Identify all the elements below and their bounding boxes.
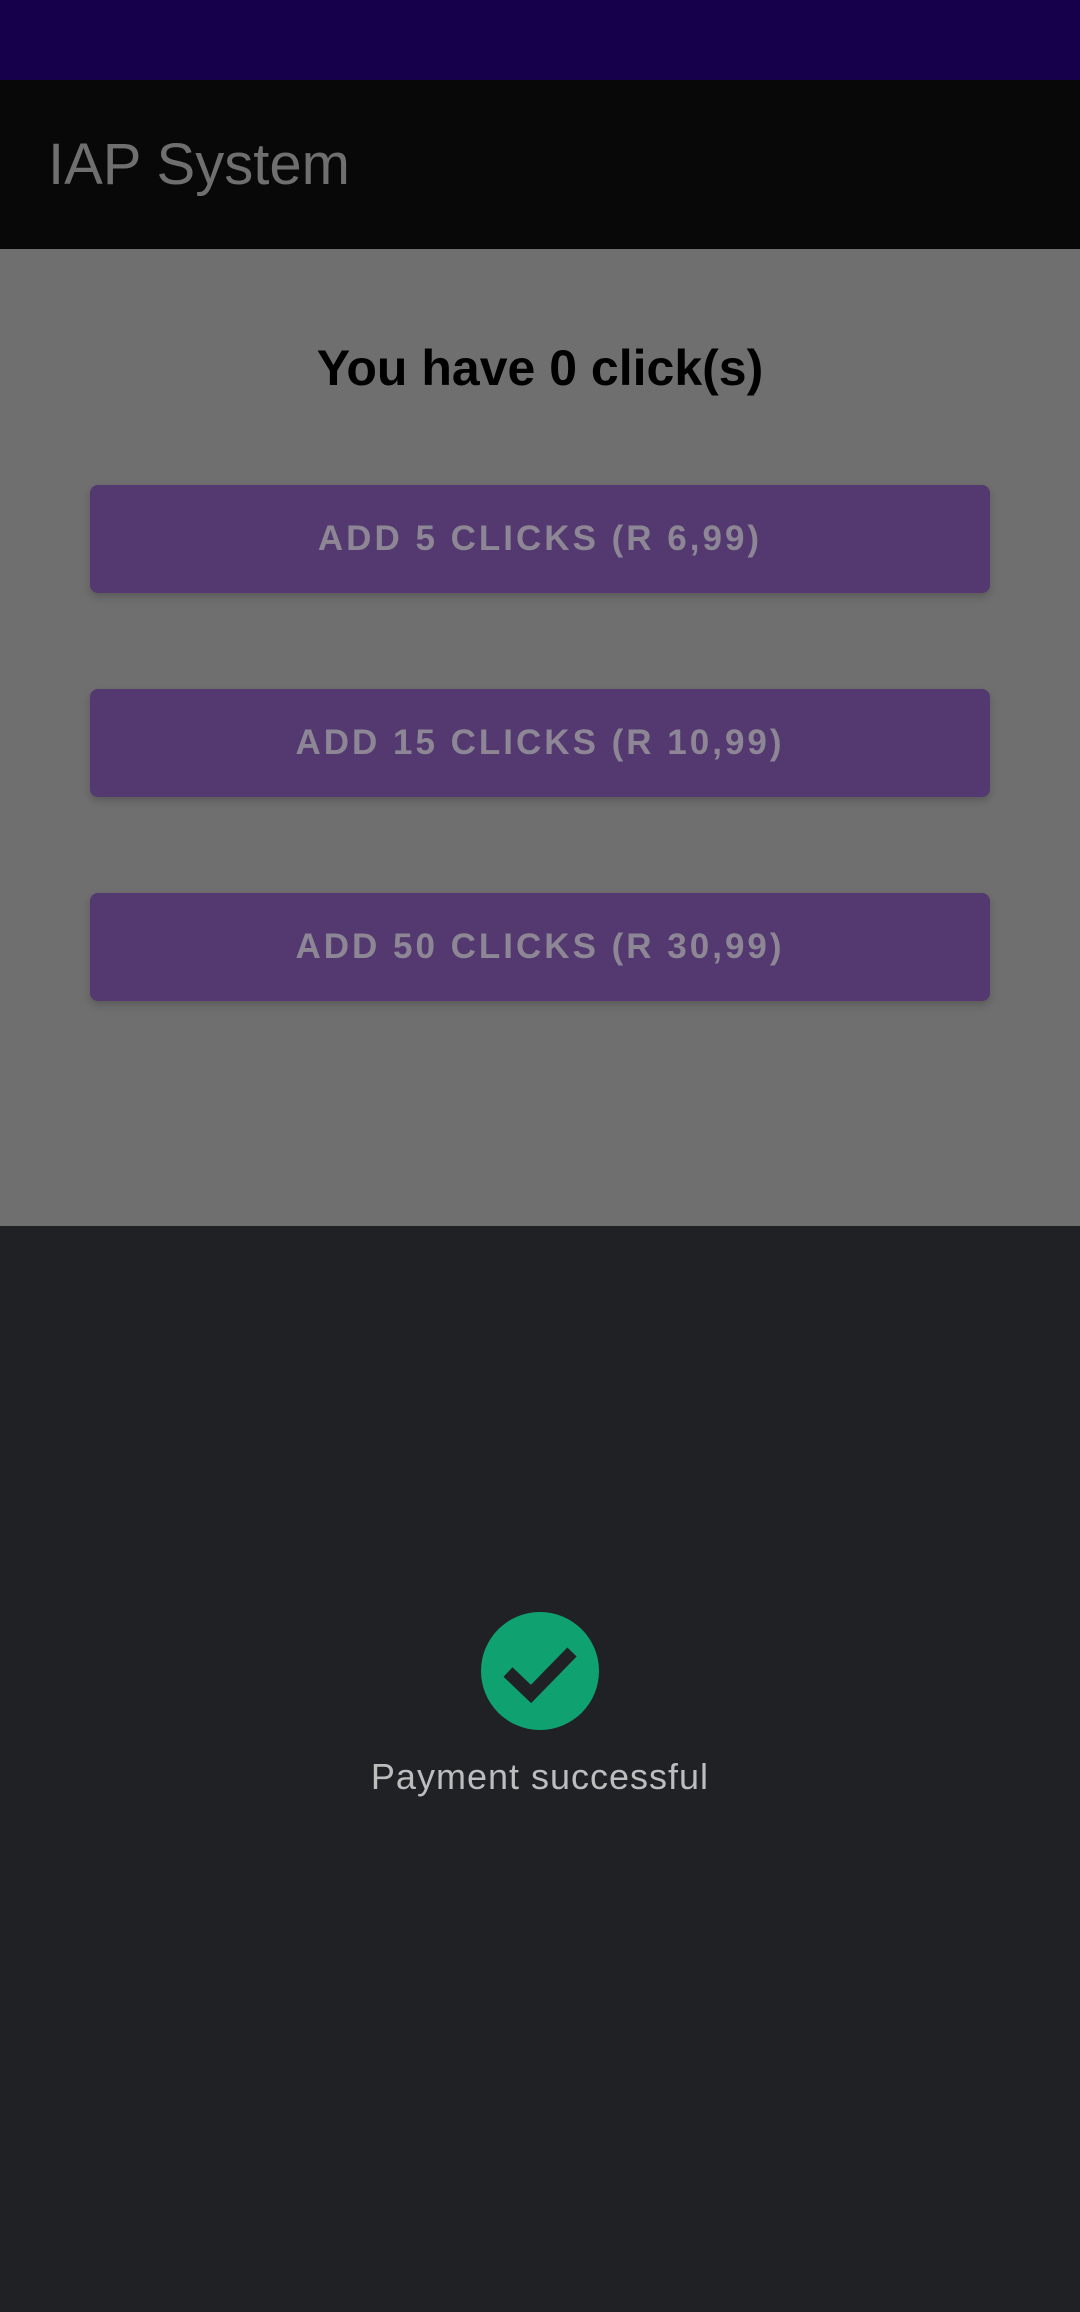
app-bar: IAP System [0,80,1080,249]
screen: IAP System You have 0 click(s) ADD 5 CLI… [0,0,1080,2312]
payment-result-sheet: Payment successful [0,1226,1080,2312]
add-15-clicks-button[interactable]: ADD 15 CLICKS (R 10,99) [90,689,990,797]
add-50-clicks-button[interactable]: ADD 50 CLICKS (R 30,99) [90,893,990,1001]
add-5-clicks-button[interactable]: ADD 5 CLICKS (R 6,99) [90,485,990,593]
app-title: IAP System [48,132,350,197]
status-bar [0,0,1080,80]
check-circle-icon [481,1612,599,1730]
main-content: You have 0 click(s) ADD 5 CLICKS (R 6,99… [0,249,1080,1226]
click-count-label: You have 0 click(s) [316,340,764,396]
payment-status-message: Payment successful [370,1756,710,1797]
